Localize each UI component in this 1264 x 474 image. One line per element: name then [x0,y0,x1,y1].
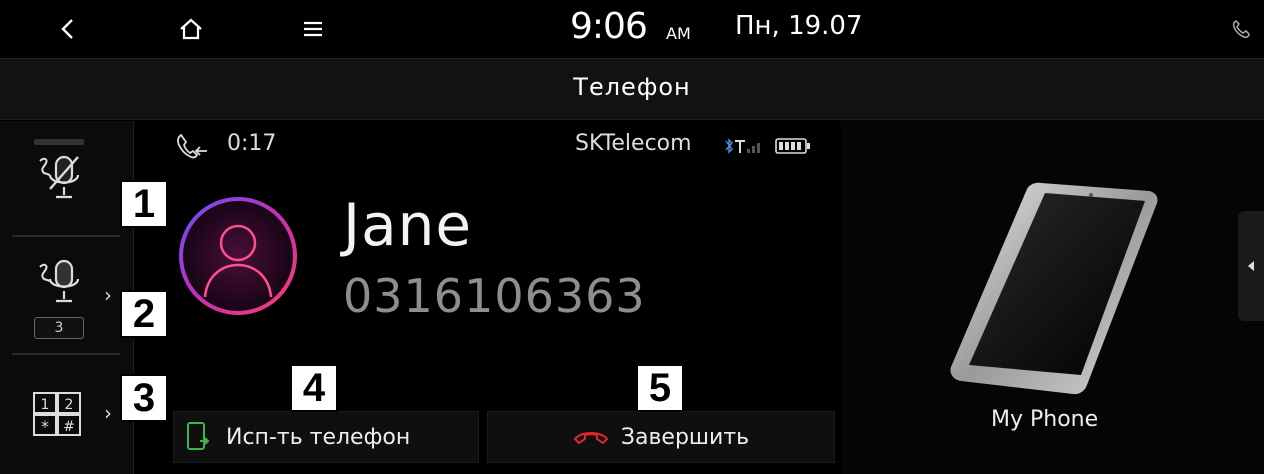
svg-text:1: 1 [41,397,50,413]
contact-number: 0316106363 [343,269,646,323]
end-call-icon [573,432,609,445]
use-phone-label: Исп-ть телефон [226,424,411,450]
clock-time: 9:06 [570,6,648,47]
chevron-right-icon: › [104,283,112,307]
back-icon[interactable] [53,14,83,44]
keypad-button[interactable]: 1 2 * # › [0,357,134,467]
callout-5: 5 [636,364,684,412]
phone-status-icon [1226,14,1256,44]
contact-avatar [179,197,297,315]
callout-1: 1 [120,180,168,228]
call-controls-rail: › 3 1 2 * # › [0,121,134,474]
chevron-right-icon: › [104,401,112,425]
active-call-panel: 0:17 SKTelecom Jane 0316106363 Исп-ть те… [135,121,840,474]
rail-divider [12,235,120,237]
smartphone-image [950,182,1158,395]
caret-left-icon [1248,261,1254,271]
battery-icon [775,138,810,154]
phone-handset-transfer-icon [187,422,210,450]
callout-2: 2 [120,290,168,338]
mic-muted-icon [39,155,80,199]
connected-device-panel: My Phone [841,121,1264,474]
callout-4: 4 [290,364,338,412]
mute-indicator-bar [34,139,84,145]
carrier-name: SKTelecom [575,131,692,156]
date-display: Пн, 19.07 [735,11,863,41]
end-call-button[interactable]: Завершить [487,411,835,463]
call-duration: 0:17 [227,131,277,156]
contact-name: Jane [343,191,473,259]
rail-divider [12,353,120,355]
title-bar: Телефон [0,58,1264,120]
menu-icon[interactable] [298,14,328,44]
bluetooth-signal-icon [725,138,760,154]
end-call-label: Завершить [620,424,750,450]
status-bar: 9:06 AM Пн, 19.07 [0,0,1264,58]
page-title: Телефон [573,73,691,101]
svg-text:#: # [63,419,75,435]
mute-mic-button[interactable] [0,121,134,231]
keypad-icon: 1 2 * # [33,392,81,436]
device-name: My Phone [991,407,1099,432]
svg-text:2: 2 [65,397,74,413]
incoming-call-icon [177,133,207,159]
clock-ampm: AM [666,24,691,43]
use-phone-button[interactable]: Исп-ть телефон [173,411,479,463]
voice-mic-icon [39,259,80,303]
side-panel-tab[interactable] [1238,211,1264,321]
svg-text:*: * [41,417,49,436]
home-icon[interactable] [176,14,206,44]
callout-3: 3 [120,374,168,422]
conference-count-badge: 3 [34,317,84,339]
